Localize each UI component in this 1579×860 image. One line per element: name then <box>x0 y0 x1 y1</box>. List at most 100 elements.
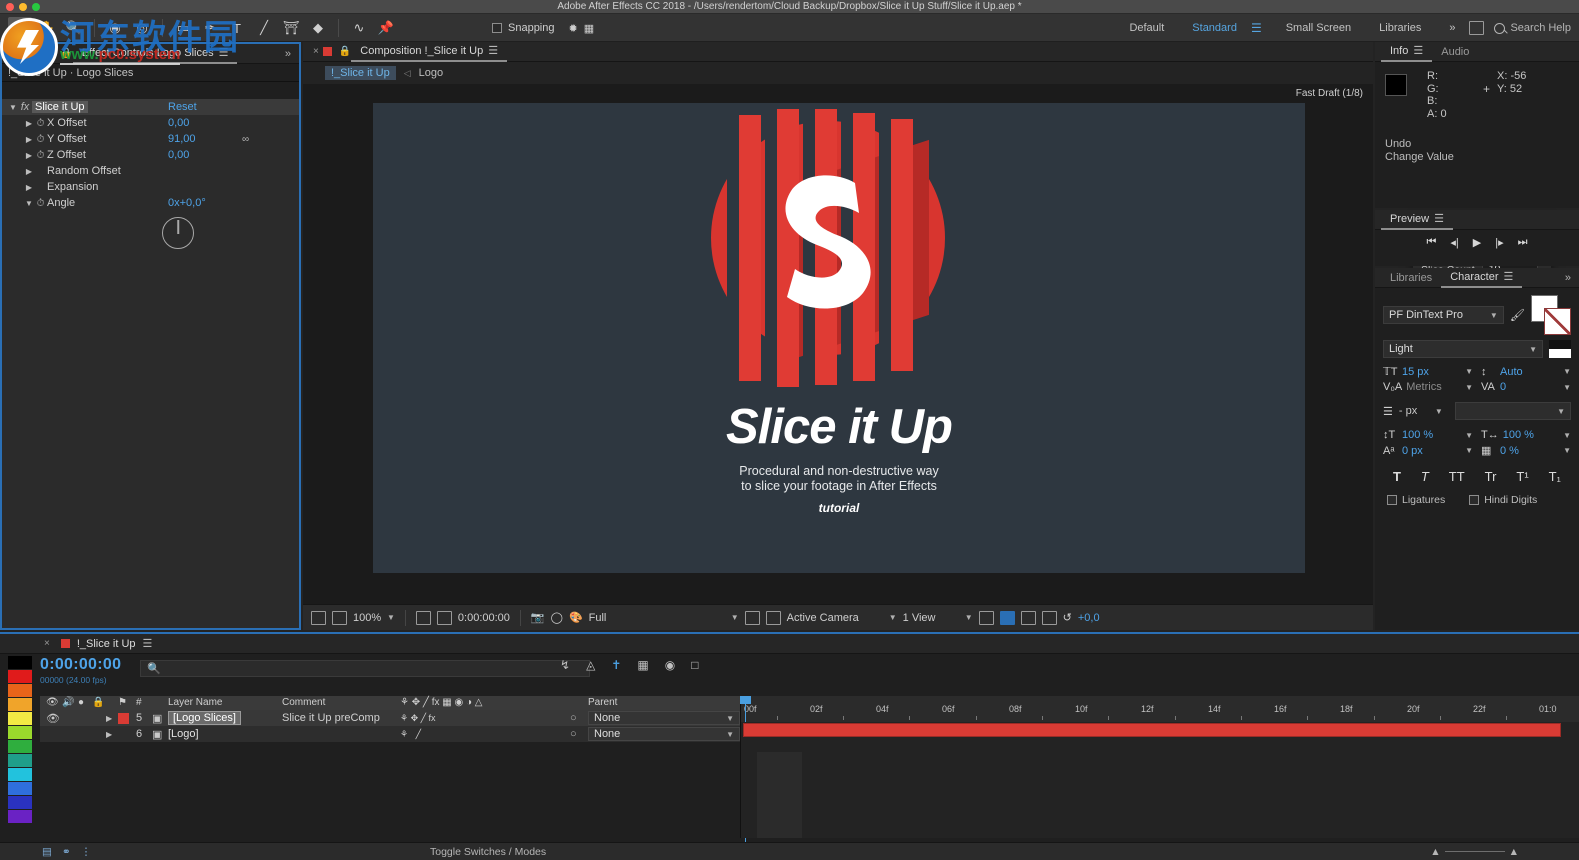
zoom-in-icon[interactable]: ▲ <box>1509 846 1519 858</box>
disclosure-triangle-icon[interactable]: ▶ <box>24 183 34 192</box>
ligatures-checkbox[interactable] <box>1387 495 1397 505</box>
black-white-swatch[interactable] <box>1549 340 1571 358</box>
layer-comment[interactable]: Slice it Up preComp <box>282 712 380 724</box>
transparency-grid-icon[interactable] <box>744 610 760 625</box>
expression-link-icon[interactable]: ∞ <box>242 134 249 145</box>
puppet-pin-tool-icon[interactable]: 📌 <box>374 17 398 39</box>
table-row[interactable]: 👁 ▶ 5 ▣ [Logo Slices] Slice it Up preCom… <box>40 710 740 726</box>
workspace-overflow-icon[interactable]: » <box>1435 22 1469 34</box>
timeline-ruler[interactable]: 00f 02f 04f 06f 08f 10f 12f 14f 16f 18f … <box>740 696 1579 722</box>
label-color-indigo[interactable] <box>8 796 32 810</box>
table-row[interactable]: ▶ 6 ▣ [Logo] ⚘ ╱ ○ None ▼ <box>40 726 740 742</box>
property-value[interactable]: 0,00 <box>168 149 189 161</box>
graph-editor-icon[interactable]: ▦ <box>637 658 648 672</box>
stopwatch-icon[interactable]: ⏱ <box>34 198 47 209</box>
effect-header-row[interactable]: ▼ fx Slice it Up Reset <box>2 99 299 115</box>
property-row-expansion[interactable]: ▶ Expansion <box>2 179 299 195</box>
all-caps-button[interactable]: TT <box>1449 469 1465 484</box>
grid-guides-icon[interactable] <box>436 610 452 625</box>
hindi-digits-checkbox-row[interactable]: Hindi Digits <box>1469 494 1537 506</box>
zoom-out-icon[interactable]: ▲ <box>1430 846 1440 858</box>
eyedropper-icon[interactable]: 🖌 <box>1510 308 1525 322</box>
property-value[interactable]: 0,00 <box>168 117 189 129</box>
disclosure-triangle-icon[interactable]: ▶ <box>106 730 112 739</box>
panel-menu-icon[interactable]: ☰ <box>143 637 153 650</box>
panel-overflow-icon[interactable]: » <box>285 48 299 60</box>
next-frame-icon[interactable]: |▸ <box>1495 236 1503 249</box>
graph-editor-footer-icon[interactable]: ⋮ <box>81 846 92 858</box>
snapping-checkbox[interactable] <box>492 23 502 33</box>
zoom-track[interactable] <box>1444 851 1505 852</box>
stroke-type-select[interactable]: ▼ <box>1454 402 1571 420</box>
eye-icon[interactable]: 👁 <box>46 697 59 708</box>
layer-name-column-header[interactable]: Layer Name <box>168 697 222 708</box>
stopwatch-icon[interactable]: ⏱ <box>34 150 47 161</box>
baseline-shift-row[interactable]: Aᵃ 0 px ▼ <box>1383 444 1473 457</box>
tsume-row[interactable]: ▦ 0 % ▼ <box>1481 444 1571 458</box>
exposure-value[interactable]: +0,0 <box>1078 612 1100 624</box>
small-caps-button[interactable]: Tr <box>1485 469 1497 484</box>
reset-button[interactable]: Reset <box>168 101 197 113</box>
horizontal-scale-row[interactable]: T↔ 100 % ▼ <box>1481 429 1571 441</box>
property-row-z-offset[interactable]: ▶ ⏱ Z Offset 0,00 <box>2 147 299 163</box>
play-icon[interactable]: ▶ <box>1473 236 1481 249</box>
label-color-purple[interactable] <box>8 810 32 824</box>
vertical-scale-row[interactable]: ↕T 100 % ▼ <box>1383 429 1473 441</box>
resolution-selector[interactable]: Full ▼ <box>589 612 739 624</box>
parent-pickwhip-icon[interactable]: ○ <box>570 712 577 724</box>
label-color-lime[interactable] <box>8 726 32 740</box>
camera-selector[interactable]: Active Camera ▼ <box>787 612 897 624</box>
grid-icon[interactable]: ▦ <box>584 22 594 35</box>
prev-frame-icon[interactable]: ◂| <box>1450 236 1458 249</box>
property-value[interactable]: 0x+0,0° <box>168 197 206 209</box>
property-row-y-offset[interactable]: ▶ ⏱ Y Offset 91,00 ∞ <box>2 131 299 147</box>
search-help[interactable]: Search Help <box>1484 22 1571 34</box>
tab-character[interactable]: Character ☰ <box>1441 268 1523 288</box>
last-frame-icon[interactable]: ⏭ <box>1518 236 1528 249</box>
tab-info[interactable]: Info ☰ <box>1381 41 1433 62</box>
stroke-width-value[interactable]: - px <box>1399 405 1429 417</box>
superscript-button[interactable]: T¹ <box>1516 469 1528 484</box>
disclosure-triangle-icon[interactable]: ▼ <box>8 103 18 112</box>
snapshot-icon[interactable]: 📷 <box>531 611 545 624</box>
lock-icon[interactable]: 🔒 <box>92 697 104 708</box>
eraser-tool-icon[interactable]: ◆ <box>306 17 330 39</box>
channel-icon[interactable]: 🎨 <box>569 611 583 624</box>
workspace-libraries[interactable]: Libraries <box>1365 22 1435 34</box>
snapping-toggle[interactable]: Snapping ✹ ▦ <box>492 14 594 42</box>
lock-icon[interactable]: 🔒 <box>339 46 351 57</box>
frame-blending-icon[interactable]: □ <box>691 658 698 672</box>
faux-bold-button[interactable]: T <box>1393 469 1401 484</box>
timeline-track-area[interactable] <box>740 722 1579 838</box>
panel-menu-icon[interactable]: ☰ <box>1434 209 1444 229</box>
region-of-interest-icon[interactable] <box>415 610 431 625</box>
disclosure-triangle-icon[interactable]: ▶ <box>24 151 34 160</box>
composition-canvas[interactable]: Fast Draft (1/8) Slice it Up Procedural … <box>303 84 1551 604</box>
breadcrumb-next[interactable]: Logo <box>419 67 443 79</box>
show-snapshot-icon[interactable]: ◯ <box>551 611 563 624</box>
workspace-menu-icon[interactable]: ☰ <box>1251 21 1272 35</box>
disclosure-triangle-icon[interactable]: ▶ <box>106 714 112 723</box>
disclosure-triangle-icon[interactable]: ▶ <box>24 167 34 176</box>
fast-preview-icon[interactable] <box>999 610 1015 625</box>
disclosure-triangle-icon[interactable]: ▼ <box>24 199 34 208</box>
composition-viewport[interactable]: Slice it Up Procedural and non-destructi… <box>373 103 1305 573</box>
comment-column-header[interactable]: Comment <box>282 697 325 708</box>
audio-icon[interactable]: 🔊 <box>62 697 74 708</box>
layer-duration-bar[interactable] <box>743 723 1561 737</box>
brush-tool-icon[interactable]: ╱ <box>252 17 276 39</box>
label-color-blue[interactable] <box>8 782 32 796</box>
layer-name[interactable]: [Logo] <box>168 728 199 740</box>
layer-color-chip[interactable] <box>118 712 129 724</box>
label-color-orange[interactable] <box>8 684 32 698</box>
current-time-indicator[interactable] <box>740 696 751 856</box>
font-family-select[interactable]: PF DinText Pro ▼ <box>1383 306 1504 324</box>
layer-name[interactable]: [Logo Slices] <box>168 711 241 725</box>
comp-flowchart-icon[interactable] <box>1041 610 1057 625</box>
panel-menu-icon[interactable]: ☰ <box>1413 41 1423 61</box>
tab-composition[interactable]: Composition !_Slice it Up ☰ <box>351 41 508 62</box>
panel-menu-icon[interactable]: ☰ <box>488 41 498 61</box>
hide-shy-icon[interactable]: ◉ <box>665 658 675 672</box>
parent-select[interactable]: None ▼ <box>588 711 740 725</box>
align-icon[interactable]: ✹ <box>569 22 578 35</box>
